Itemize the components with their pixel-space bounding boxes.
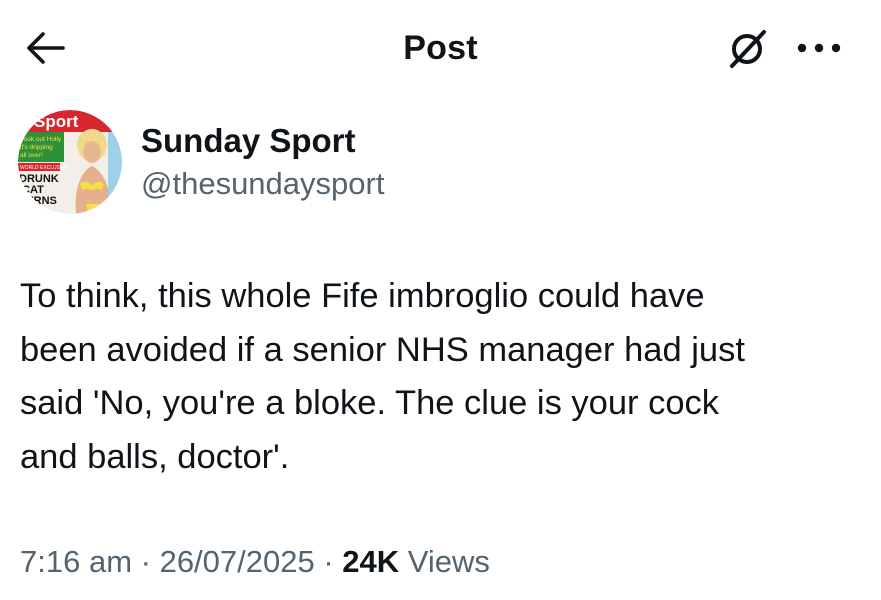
masthead-text: Sport [34, 112, 79, 131]
svg-text:all over!: all over! [20, 152, 43, 159]
grok-icon [730, 30, 766, 68]
post-text-line: said 'No, you're a bloke. The clue is yo… [20, 384, 720, 422]
post-text-line: To think, this whole Fife imbroglio coul… [20, 277, 705, 315]
views-count[interactable]: 24K [342, 544, 399, 579]
views-label: Views [399, 544, 490, 579]
avatar[interactable]: Sport Look out Holly it's dripping all o… [18, 110, 122, 214]
top-bar: Post [0, 0, 881, 96]
post-text: To think, this whole Fife imbroglio coul… [20, 270, 865, 484]
more-options-button[interactable] [793, 30, 845, 66]
arrow-left-icon [27, 32, 65, 64]
more-horizontal-icon [797, 43, 841, 53]
post-date[interactable]: 26/07/2025 [160, 544, 315, 579]
svg-text:Look out Holly: Look out Holly [20, 136, 62, 143]
post-meta: 7:16 am · 26/07/2025 · 24K Views [20, 540, 490, 584]
post-text-line: been avoided if a senior NHS manager had… [20, 330, 745, 369]
post-time[interactable]: 7:16 am [20, 544, 132, 579]
author-name[interactable]: Sunday Sport [141, 120, 356, 162]
author-handle[interactable]: @thesundaysport [141, 163, 384, 205]
post-text-line: and balls, doctor'. [20, 437, 290, 476]
avatar-image: Sport Look out Holly it's dripping all o… [18, 110, 122, 214]
post-page: Post Sport Look out Holly it's dripping … [0, 0, 881, 600]
svg-text:WORLD EXCLUSIVE: WORLD EXCLUSIVE [20, 165, 69, 171]
meta-separator: · [314, 544, 343, 579]
svg-text:it's dripping: it's dripping [20, 144, 53, 151]
meta-separator: · [132, 544, 160, 579]
back-button[interactable] [22, 28, 68, 68]
grok-button[interactable] [725, 27, 771, 71]
svg-text:TURNS: TURNS [19, 195, 57, 207]
